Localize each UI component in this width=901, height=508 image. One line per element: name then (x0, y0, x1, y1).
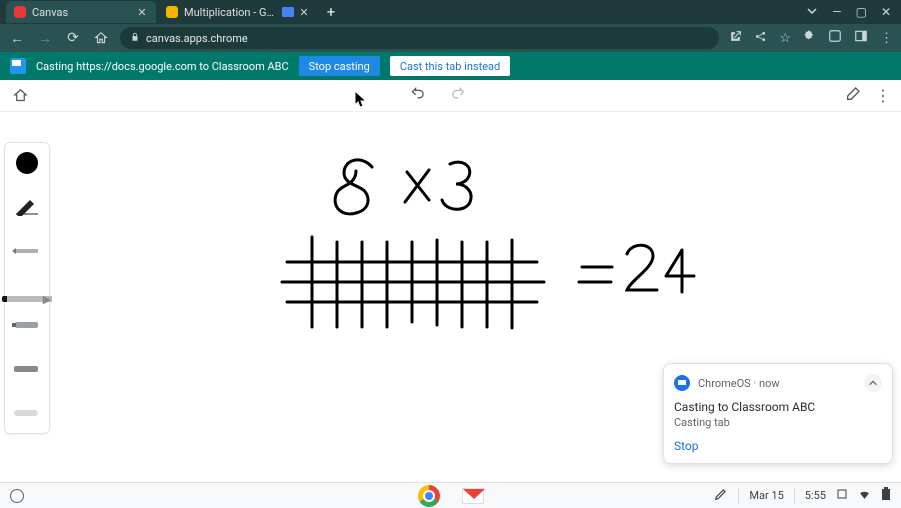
notification-subtitle: Casting tab (674, 416, 882, 429)
canvas-toolbar: ⋮ (0, 80, 901, 112)
canvas-home-button[interactable] (10, 86, 30, 106)
cast-indicator-icon (282, 7, 294, 17)
eraser-button[interactable] (845, 86, 861, 106)
pen-tool[interactable] (10, 195, 44, 219)
share-icon[interactable] (754, 30, 767, 47)
chrome-app-icon[interactable] (418, 485, 440, 507)
stylus-tray-icon[interactable] (714, 487, 728, 504)
account-icon[interactable] (828, 29, 842, 47)
cast-this-tab-button[interactable]: Cast this tab instead (390, 56, 510, 76)
cast-bar: Casting https://docs.google.com to Class… (0, 52, 901, 80)
collapse-notification-button[interactable] (864, 374, 882, 392)
undo-button[interactable] (410, 86, 425, 105)
pencil-tool[interactable] (10, 239, 44, 263)
shelf-time[interactable]: 5:55 (805, 489, 826, 502)
mouse-cursor-icon (354, 90, 368, 108)
address-bar[interactable]: canvas.apps.chrome (120, 27, 719, 49)
cast-message: Casting https://docs.google.com to Class… (36, 60, 289, 73)
gmail-app-icon[interactable] (462, 488, 484, 504)
notifications-tray-icon[interactable] (836, 488, 848, 503)
tab-search-icon[interactable] (806, 5, 818, 20)
stop-casting-button[interactable]: Stop casting (299, 56, 380, 76)
bookmark-icon[interactable]: ☆ (779, 31, 791, 46)
close-window-icon[interactable]: ✕ (881, 5, 891, 20)
new-tab-button[interactable]: + (320, 1, 342, 23)
minimize-window-icon[interactable]: — (832, 5, 841, 20)
lock-icon (130, 32, 140, 45)
notification-source: ChromeOS · now (698, 377, 780, 390)
battery-tray-icon[interactable] (881, 487, 891, 504)
tray-divider (794, 488, 795, 504)
reload-button[interactable]: ⟳ (64, 29, 82, 47)
tab-strip: Canvas ✕ Multiplication - Google Slid… ✕… (0, 0, 901, 24)
forward-button[interactable]: → (36, 29, 54, 47)
back-button[interactable]: ← (8, 29, 26, 47)
wifi-tray-icon[interactable] (858, 488, 871, 504)
favicon-slides (166, 6, 178, 18)
close-tab-icon[interactable]: ✕ (298, 6, 310, 18)
eraser-tool[interactable] (10, 401, 44, 425)
browser-menu-icon[interactable]: ⋮ (880, 31, 893, 46)
cast-icon (10, 58, 26, 74)
close-tab-icon[interactable]: ✕ (136, 6, 148, 18)
handwriting-drawing (52, 142, 752, 392)
notification-card: ChromeOS · now Casting to Classroom ABC … (663, 363, 893, 464)
side-panel-icon[interactable] (854, 29, 868, 47)
browser-tab-canvas[interactable]: Canvas ✕ (6, 1, 156, 23)
marker-tool[interactable] (10, 313, 44, 337)
tray-divider (738, 488, 739, 504)
url-text: canvas.apps.chrome (146, 32, 248, 45)
notification-title: Casting to Classroom ABC (674, 400, 882, 414)
shelf-date[interactable]: Mar 15 (749, 489, 783, 502)
home-button[interactable] (92, 29, 110, 47)
chalk-tool[interactable] (10, 357, 44, 381)
tab-title: Canvas (32, 6, 132, 19)
open-external-icon[interactable] (729, 30, 742, 47)
omnibar: ← → ⟳ canvas.apps.chrome ☆ (0, 24, 901, 52)
launcher-button[interactable] (10, 489, 24, 503)
notification-stop-action[interactable]: Stop (674, 439, 882, 453)
favicon-canvas (14, 6, 26, 18)
canvas-menu-button[interactable]: ⋮ (875, 86, 891, 105)
tab-title: Multiplication - Google Slid… (184, 6, 278, 19)
thickness-tool[interactable] (10, 283, 44, 293)
tool-palette (4, 142, 50, 434)
redo-button[interactable] (451, 86, 466, 105)
notification-app-icon (674, 375, 690, 391)
chromeos-shelf: Mar 15 5:55 (0, 482, 901, 508)
color-swatch-tool[interactable] (10, 151, 44, 175)
extensions-icon[interactable] (803, 30, 816, 47)
browser-tab-slides[interactable]: Multiplication - Google Slid… ✕ (158, 1, 318, 23)
maximize-window-icon[interactable]: ▢ (856, 5, 867, 20)
